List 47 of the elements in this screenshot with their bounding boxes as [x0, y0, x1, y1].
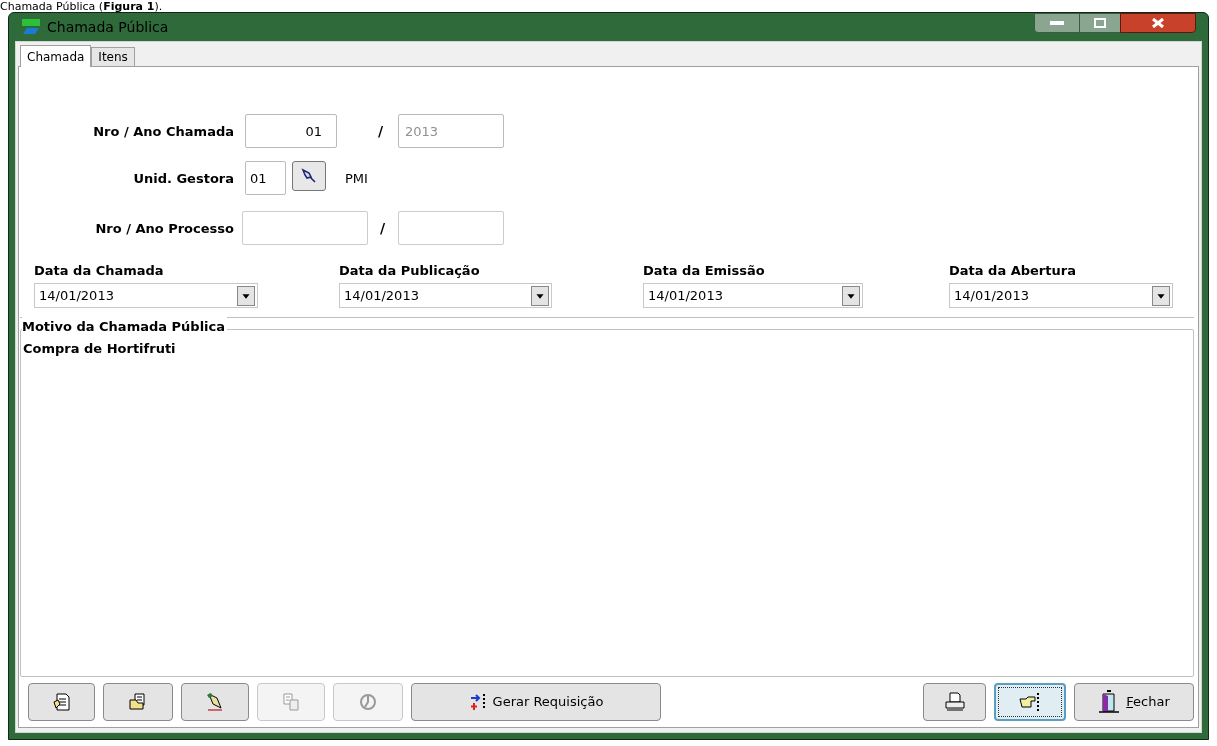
door-exit-icon [1098, 690, 1121, 714]
close-window-button[interactable]: Fechar [1074, 683, 1194, 721]
date-dropdown[interactable]: 14/01/2013 [34, 283, 258, 308]
date-dropdown[interactable]: 14/01/2013 [339, 283, 552, 308]
minimize-button[interactable] [1034, 13, 1080, 33]
memo-text: Compra de Hortifruti [23, 341, 176, 356]
copy-document-icon [281, 692, 301, 712]
date-label: Data da Emissão [643, 263, 766, 279]
printer-icon [943, 692, 966, 712]
date-label: Data da Publicação [339, 263, 481, 279]
app-logo-icon [21, 18, 41, 36]
unit-name-text: PMI [345, 170, 368, 188]
date-value: 14/01/2013 [954, 286, 1029, 305]
minimize-icon [1050, 21, 1064, 25]
caption-text: Chamada Pública (Figura 1). [0, 1, 163, 12]
date-label: Data da Chamada [34, 263, 165, 279]
date-label: Data da Abertura [949, 263, 1077, 279]
field-label: Nro / Ano Processo [95, 220, 234, 238]
number-input[interactable] [242, 211, 368, 245]
tab[interactable]: Itens [91, 47, 135, 66]
generate-button[interactable]: Gerar Requisição [411, 683, 661, 721]
slash-text: / [380, 219, 386, 238]
code-input[interactable]: 01 [245, 161, 286, 195]
tab[interactable]: Chamada [20, 45, 92, 67]
slash-text: / [378, 122, 384, 141]
circle-icon [358, 692, 378, 712]
number-input[interactable]: 01 [245, 114, 337, 148]
window-title: Chamada Pública [47, 17, 169, 37]
search-button[interactable] [292, 161, 326, 191]
toolbar-button[interactable] [994, 683, 1066, 721]
field-label: Nro / Ano Chamada [93, 123, 234, 141]
close-button[interactable] [1120, 13, 1196, 33]
pointing-hand-icon [1018, 692, 1042, 712]
date-value: 14/01/2013 [344, 286, 419, 305]
date-value: 14/01/2013 [648, 286, 723, 305]
date-dropdown[interactable]: 14/01/2013 [643, 283, 863, 308]
date-dropdown[interactable]: 14/01/2013 [949, 283, 1173, 308]
document-icon [51, 692, 72, 712]
maximize-icon [1094, 18, 1106, 28]
print-button[interactable] [923, 683, 986, 721]
date-value: 14/01/2013 [39, 286, 114, 305]
maximize-button[interactable] [1080, 13, 1120, 33]
folder-document-icon [128, 692, 148, 712]
year-input[interactable] [398, 211, 504, 245]
field-label: Unid. Gestora [133, 170, 234, 188]
toolbar-button[interactable] [28, 683, 95, 721]
close-icon [1152, 18, 1164, 28]
